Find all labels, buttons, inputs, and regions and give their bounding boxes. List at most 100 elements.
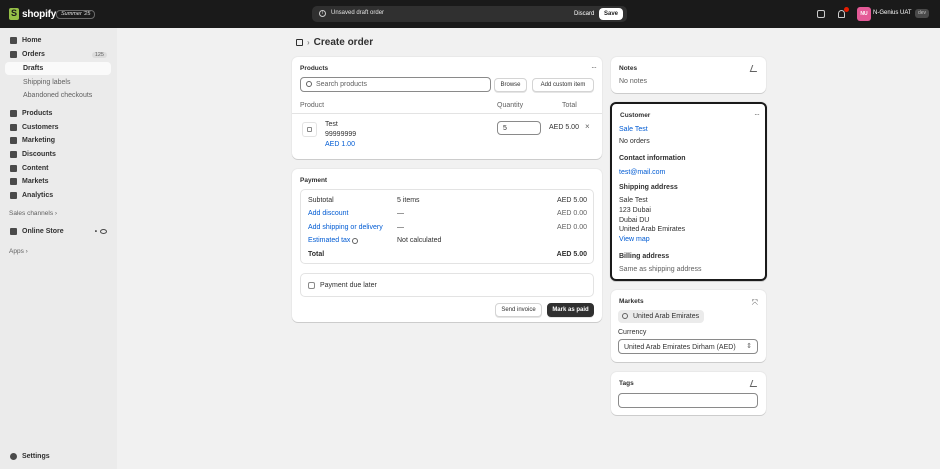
sales-channels-label: Sales channels: [9, 210, 54, 217]
apps-label: Apps: [9, 248, 24, 255]
address-line: Dubai DU: [619, 217, 650, 224]
address-line: Sale Test: [619, 197, 648, 204]
sidebar-item-label: Markets: [22, 178, 49, 185]
search-icon: [306, 81, 312, 87]
order-draft-icon[interactable]: [296, 39, 303, 46]
discount-icon: [10, 151, 17, 158]
sidebar-item-label: Online Store: [22, 228, 64, 235]
browse-button[interactable]: Browse: [494, 78, 527, 92]
sales-channels-heading[interactable]: Sales channels ›: [9, 210, 57, 217]
orders-count-badge: 125: [91, 51, 107, 58]
tags-input[interactable]: [618, 393, 758, 408]
currency-label: Currency: [618, 329, 647, 336]
chevron-right-icon: ›: [54, 210, 58, 217]
product-name[interactable]: Test: [325, 121, 338, 128]
page-title: Create order: [313, 37, 374, 48]
home-icon: [10, 37, 17, 44]
customer-orders: No orders: [619, 138, 650, 145]
product-search-input[interactable]: Search products: [300, 77, 491, 92]
edit-tags-icon[interactable]: [749, 380, 760, 387]
currency-select[interactable]: United Arab Emirates Dirham (AED) ⇕: [618, 339, 758, 354]
discard-button[interactable]: Discard: [570, 8, 598, 20]
sidebar-item-markets[interactable]: Markets: [5, 175, 111, 188]
shopify-logo[interactable]: shopify: [9, 8, 56, 20]
payment-card: Payment Subtotal 5 items AED 5.00 Add di…: [292, 169, 602, 322]
target-icon: [10, 137, 17, 144]
payment-due-later-label: Payment due later: [320, 282, 377, 289]
info-icon[interactable]: [352, 238, 358, 244]
notes-text: No notes: [619, 78, 648, 85]
sidebar-item-settings[interactable]: Settings: [5, 450, 111, 463]
customer-card-title: Customer: [620, 112, 651, 119]
sidebar-item-label: Shipping labels: [23, 79, 71, 86]
add-custom-item-button[interactable]: Add custom item: [532, 78, 594, 92]
more-actions-icon[interactable]: ···: [754, 110, 760, 119]
sidebar-item-orders[interactable]: Orders 125: [5, 48, 111, 61]
sidebar-item-drafts[interactable]: Drafts: [5, 62, 111, 75]
sidebar-item-marketing[interactable]: Marketing: [5, 134, 111, 147]
total-value: AED 5.00: [556, 251, 587, 258]
column-header-total: Total: [562, 102, 577, 109]
notification-badge: [844, 7, 849, 12]
bar-chart-icon: [10, 192, 17, 199]
sidebar-item-label: Marketing: [22, 137, 56, 144]
remove-item-icon[interactable]: ×: [585, 122, 590, 131]
sidebar-item-shipping-labels[interactable]: Shipping labels: [5, 76, 111, 89]
tags-card: Tags: [611, 372, 766, 415]
payment-row-shipping: Add shipping or delivery — AED 0.00: [308, 224, 587, 234]
quantity-input[interactable]: 5: [497, 121, 541, 135]
expand-icon[interactable]: ⤧: [752, 298, 758, 308]
sidebar-item-analytics[interactable]: Analytics: [5, 189, 111, 202]
payment-due-later-checkbox[interactable]: [308, 282, 315, 289]
subtotal-label: Subtotal: [308, 197, 334, 204]
customer-card: Customer ··· Sale Test No orders Contact…: [610, 102, 767, 281]
contact-info-heading: Contact information: [619, 155, 686, 162]
sidebar-item-label: Analytics: [22, 192, 54, 199]
payment-due-later-box: Payment due later: [300, 273, 594, 297]
globe-icon: [622, 313, 628, 319]
view-map-link[interactable]: View map: [619, 236, 650, 243]
sidebar-item-discounts[interactable]: Discounts: [5, 148, 111, 161]
subtotal-value: AED 5.00: [557, 197, 587, 204]
sidebar-item-home[interactable]: Home: [5, 34, 111, 47]
notes-card-title: Notes: [619, 65, 638, 72]
unsaved-changes-bar: i Unsaved draft order Discard Save: [312, 6, 627, 22]
sidebar-item-content[interactable]: Content: [5, 162, 111, 175]
sidebar-item-customers[interactable]: Customers: [5, 121, 111, 134]
address-line: 123 Dubai: [619, 207, 651, 214]
tax-mid: Not calculated: [397, 237, 442, 244]
sidebar-item-online-store[interactable]: Online Store •: [5, 225, 111, 238]
search-placeholder: Search products: [316, 81, 367, 88]
pin-dot-icon[interactable]: •: [95, 229, 97, 235]
add-shipping-link[interactable]: Add shipping or delivery: [308, 224, 383, 231]
products-card-title: Products: [300, 65, 329, 72]
sidebar-item-abandoned-checkouts[interactable]: Abandoned checkouts: [5, 89, 111, 102]
breadcrumb-chevron-icon: ›: [307, 38, 310, 47]
estimated-tax-link[interactable]: Estimated tax: [308, 237, 350, 244]
shipping-mid: —: [397, 224, 404, 231]
apps-heading[interactable]: Apps ›: [9, 248, 28, 255]
customer-name-link[interactable]: Sale Test: [619, 126, 648, 133]
mark-as-paid-button[interactable]: Mark as paid: [547, 303, 594, 317]
sidebar-item-products[interactable]: Products: [5, 107, 111, 120]
send-invoice-button[interactable]: Send invoice: [495, 303, 542, 317]
sidebar-item-label: Discounts: [22, 151, 56, 158]
edition-badge[interactable]: Summer '25: [56, 10, 96, 19]
billing-address-heading: Billing address: [619, 253, 670, 260]
store-icon[interactable]: [817, 10, 825, 18]
add-discount-link[interactable]: Add discount: [308, 210, 348, 217]
sidebar-item-label: Orders: [22, 51, 45, 58]
shopify-bag-icon: [9, 8, 19, 20]
sidebar-item-label: Drafts: [23, 65, 44, 72]
account-name[interactable]: N-Genius UAT: [873, 10, 912, 16]
payment-card-title: Payment: [300, 177, 328, 184]
more-actions-icon[interactable]: ···: [591, 63, 597, 72]
save-button[interactable]: Save: [599, 8, 624, 20]
eye-icon[interactable]: [100, 229, 107, 234]
customer-email-link[interactable]: test@mail.com: [619, 169, 665, 176]
gear-icon: [10, 453, 17, 460]
avatar[interactable]: NU: [857, 7, 871, 21]
product-price[interactable]: AED 1.00: [325, 141, 355, 148]
total-label: Total: [308, 251, 325, 258]
edit-notes-icon[interactable]: [749, 65, 760, 72]
